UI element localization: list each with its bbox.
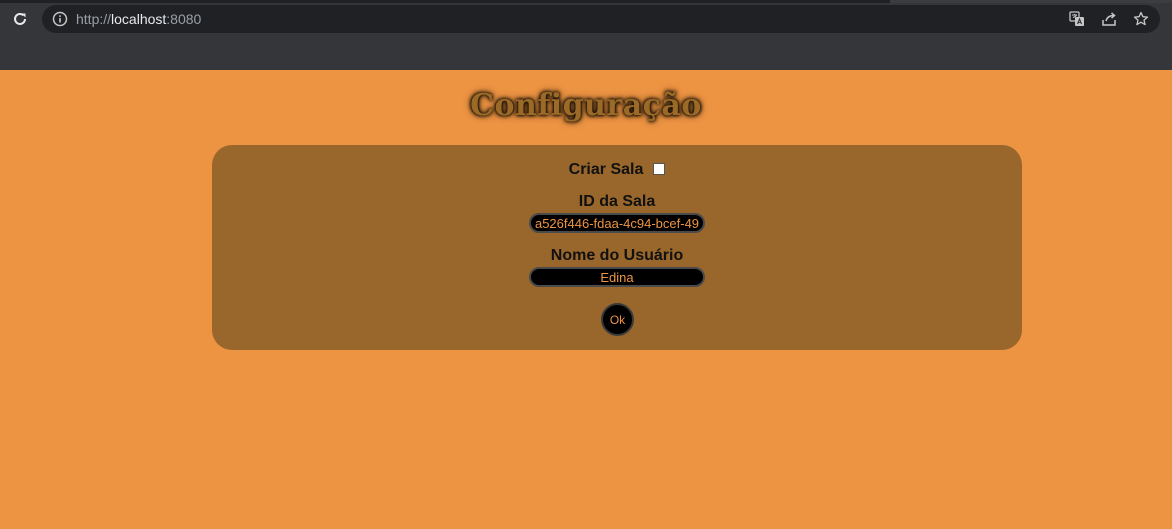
nome-usuario-label: Nome do Usuário — [550, 247, 684, 264]
ok-button[interactable]: Ok — [601, 303, 634, 336]
criar-sala-row: Criar Sala — [212, 161, 1022, 179]
address-bar[interactable]: http://localhost:8080 — [42, 5, 1160, 33]
address-bar-actions — [1068, 10, 1150, 28]
nome-usuario-input[interactable] — [529, 267, 705, 287]
share-icon[interactable] — [1100, 10, 1118, 28]
page-title: Configuração — [470, 88, 702, 123]
bookmark-star-icon[interactable] — [1132, 10, 1150, 28]
translate-icon[interactable] — [1068, 10, 1086, 28]
tab-strip-accent — [890, 0, 1172, 3]
id-sala-input[interactable] — [529, 213, 705, 233]
config-panel: Criar Sala ID da Sala Nome do Usuário Ok — [212, 145, 1022, 350]
criar-sala-checkbox[interactable] — [653, 163, 666, 175]
browser-toolbar: http://localhost:8080 — [0, 0, 1172, 70]
id-sala-label: ID da Sala — [578, 193, 656, 210]
page-content: Configuração Criar Sala ID da Sala Nome … — [0, 70, 1172, 529]
reload-icon[interactable] — [10, 9, 30, 29]
criar-sala-label: Criar Sala — [568, 161, 644, 178]
url-text[interactable]: http://localhost:8080 — [76, 11, 201, 27]
url-scheme: http:// — [76, 11, 112, 27]
info-icon[interactable] — [52, 11, 68, 27]
url-host: localhost — [111, 11, 167, 27]
url-port: :8080 — [166, 11, 202, 27]
